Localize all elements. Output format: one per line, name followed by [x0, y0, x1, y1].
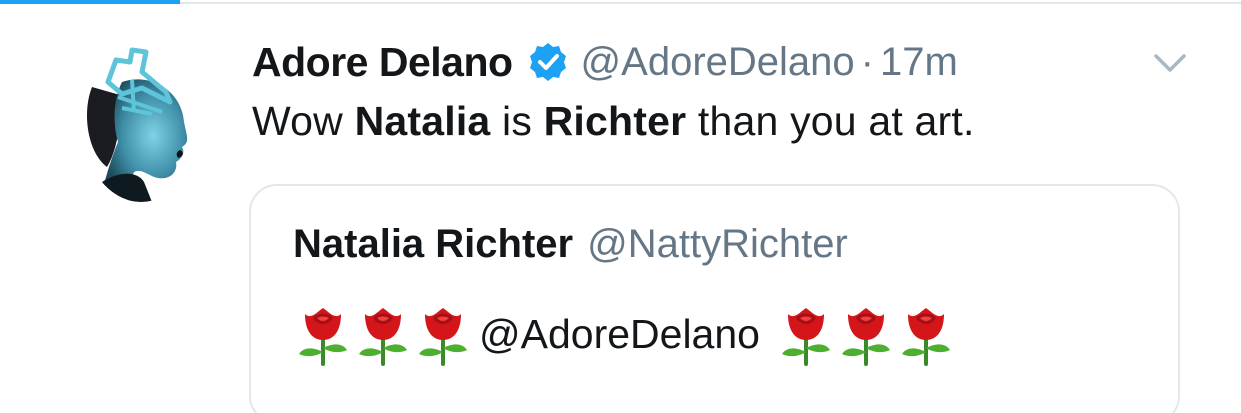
tweet-text-bold: Richter — [543, 98, 687, 144]
tweet-timestamp[interactable]: 17m — [880, 40, 958, 85]
quoted-tweet-card[interactable]: Natalia Richter @NattyRichter @AdoreDela… — [249, 184, 1180, 413]
tweet-text: Wow Natalia is Richter than you at art. — [252, 98, 975, 145]
rose-emoji-icon — [359, 308, 407, 366]
tweet-text-bold: Natalia — [354, 98, 491, 144]
rose-emoji-icon — [901, 308, 950, 366]
quoted-author-handle: @NattyRichter — [587, 222, 848, 266]
avatar-image — [87, 47, 188, 202]
quoted-author-name: Natalia Richter — [293, 222, 574, 266]
top-divider — [0, 2, 1241, 4]
rose-emoji-icon — [419, 308, 467, 366]
author-handle[interactable]: @AdoreDelano — [581, 40, 855, 85]
quoted-mention-link[interactable]: @AdoreDelano — [479, 311, 760, 358]
separator-dot: · — [860, 39, 874, 84]
author-display-name[interactable]: Adore Delano — [252, 39, 513, 86]
active-tab-indicator — [0, 0, 180, 4]
quoted-tweet-header: Natalia Richter @NattyRichter — [293, 222, 848, 267]
tweet-text-part: is — [490, 98, 544, 144]
tweet-text-part: than you at art. — [686, 98, 975, 144]
rose-emoji-icon — [781, 308, 830, 366]
rose-emoji-group-after — [778, 302, 958, 366]
tweet-screen: Adore Delano @AdoreDelano · 17m Wow Nata… — [0, 0, 1241, 413]
rose-emoji-group-before — [295, 302, 475, 366]
avatar[interactable] — [82, 42, 200, 202]
verified-badge-icon — [529, 43, 566, 81]
rose-emoji-icon — [841, 308, 890, 366]
tweet-header: Adore Delano @AdoreDelano · 17m — [252, 34, 958, 90]
tweet-text-part: Wow — [252, 98, 355, 144]
rose-emoji-icon — [299, 308, 347, 366]
chevron-down-icon[interactable] — [1150, 48, 1190, 78]
quoted-tweet-text: @AdoreDelano — [295, 302, 958, 366]
